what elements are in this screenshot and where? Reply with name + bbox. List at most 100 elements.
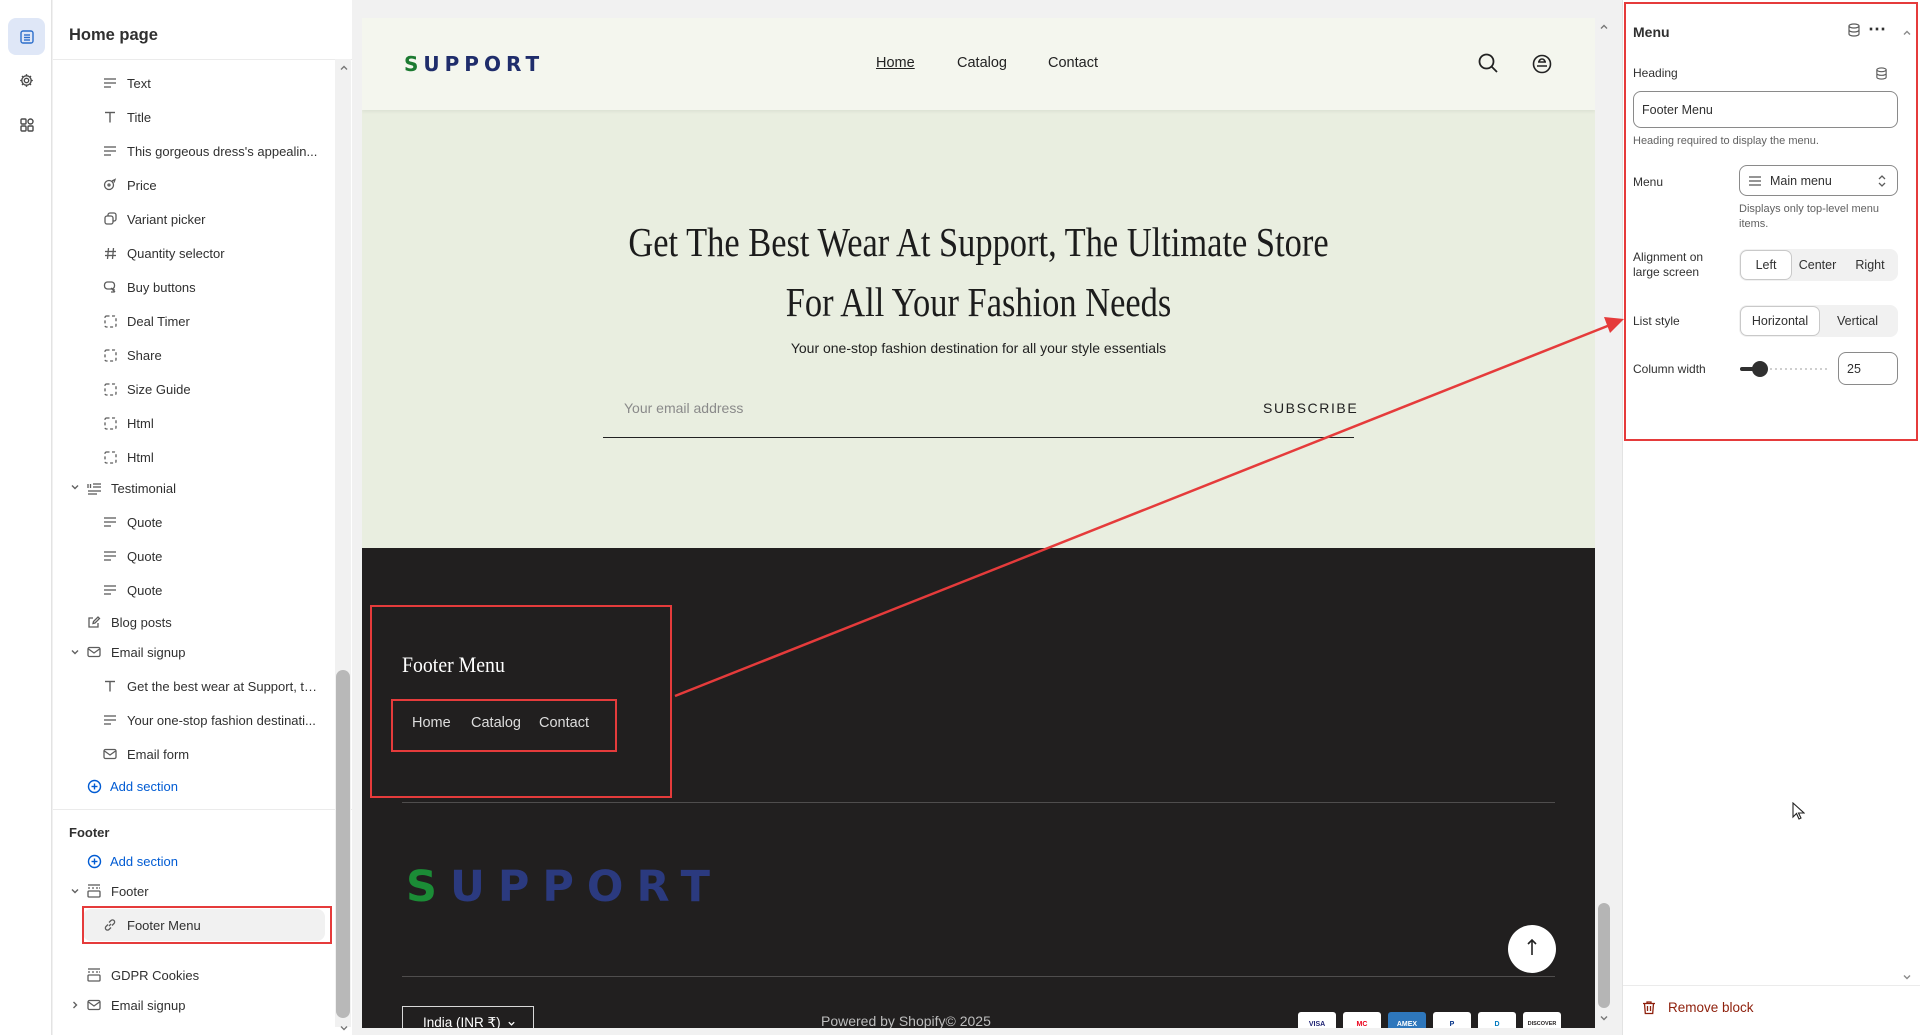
footer-link-contact[interactable]: Contact [539, 715, 589, 731]
tree-item[interactable]: Html [53, 442, 338, 472]
tree-item-label: Testimonial [111, 480, 177, 496]
tree-item-label: Email signup [111, 997, 186, 1013]
tree-item[interactable]: Email form [53, 739, 338, 769]
footer-logo[interactable]: SUPPORT [406, 862, 723, 912]
divider [53, 59, 352, 60]
footer-add-section-button[interactable]: Add section [87, 846, 178, 876]
tree-item[interactable]: Quote [53, 507, 338, 537]
footer-link-home[interactable]: Home [412, 715, 451, 731]
tree-item-label: Variant picker [127, 211, 206, 227]
tree-item-label: Html [127, 415, 154, 431]
tree-section-gdpr[interactable]: GDPR Cookies [53, 960, 338, 990]
hash-icon [102, 245, 118, 261]
scroll-to-top-button[interactable] [1508, 925, 1556, 973]
footer-link-catalog[interactable]: Catalog [471, 715, 521, 731]
search-icon[interactable] [1477, 52, 1499, 79]
tree-item[interactable]: Quote [53, 575, 338, 605]
sidebar-scrollbar-thumb[interactable] [336, 670, 350, 1018]
tree-item[interactable]: Deal Timer [53, 306, 338, 336]
tree-section-blog-posts[interactable]: Blog posts [53, 607, 338, 637]
preview-scrollbar[interactable] [1595, 18, 1613, 1028]
email-input[interactable]: Your email address [624, 400, 743, 416]
dashed-square-icon [102, 449, 118, 465]
tree-item[interactable]: Get the best wear at Support, th... [53, 671, 338, 701]
database-icon[interactable] [1875, 67, 1888, 85]
tree-item[interactable]: Variant picker [53, 204, 338, 234]
remove-block-label: Remove block [1668, 1000, 1754, 1015]
plus-circle-icon [87, 779, 102, 794]
tree-item[interactable]: Text [53, 68, 338, 98]
more-options-icon[interactable]: ⋯ [1868, 20, 1886, 38]
cart-icon[interactable] [1531, 52, 1553, 79]
nav-catalog[interactable]: Catalog [957, 55, 1007, 71]
column-width-slider-handle[interactable] [1752, 361, 1768, 377]
tree-item[interactable]: Price [53, 170, 338, 200]
scroll-down-icon[interactable] [1598, 1012, 1610, 1024]
menu-select[interactable]: Main menu [1739, 165, 1898, 196]
alignment-segmented-control: Left Center Right [1739, 249, 1898, 281]
list-horizontal-option[interactable]: Horizontal [1741, 307, 1819, 335]
tree-section-footer[interactable]: Footer [53, 876, 338, 906]
envelope-icon [86, 997, 102, 1013]
tree-section-email-signup-footer[interactable]: Email signup [53, 990, 338, 1020]
hero-heading-line1: Get The Best Wear At Support, The Ultima… [628, 219, 1329, 265]
tree-item-label: GDPR Cookies [111, 967, 200, 983]
scroll-up-icon[interactable] [1902, 25, 1912, 43]
column-width-input[interactable]: 25 [1838, 352, 1898, 385]
apps-icon[interactable] [8, 106, 45, 143]
subscribe-button[interactable]: SUBSCRIBE [1263, 400, 1358, 416]
envelope-icon [86, 644, 102, 660]
tree-item[interactable]: Your one-stop fashion destinati... [53, 705, 338, 735]
discover-icon: DISCOVER [1523, 1012, 1561, 1028]
nav-home[interactable]: Home [876, 55, 915, 71]
scroll-up-icon[interactable] [1598, 21, 1610, 33]
remove-block-button[interactable]: Remove block [1642, 1000, 1754, 1015]
store-logo[interactable]: SUPPORT [404, 52, 544, 76]
sections-sidebar: Home page Text Title This gorgeous dress… [53, 0, 352, 1035]
align-left-option[interactable]: Left [1741, 251, 1791, 279]
tree-item[interactable]: Html [53, 408, 338, 438]
tree-item-label: Quote [127, 582, 163, 598]
align-center-option[interactable]: Center [1791, 251, 1844, 279]
link-icon [102, 917, 118, 933]
tree-item[interactable]: Share [53, 340, 338, 370]
tree-item-label: Buy buttons [127, 279, 196, 295]
country-selector[interactable]: India (INR ₹) [402, 1006, 534, 1028]
database-icon[interactable] [1847, 23, 1861, 42]
footer-group-title: Footer [69, 825, 110, 840]
scroll-down-icon[interactable] [338, 1022, 350, 1034]
heading-input[interactable]: Footer Menu [1633, 91, 1898, 128]
tree-item-label: Title [127, 109, 152, 125]
tree-item[interactable]: Quantity selector [53, 238, 338, 268]
text-t-icon [102, 109, 118, 125]
tree-item[interactable]: Quote [53, 541, 338, 571]
logo-rest: UPPORT [449, 862, 723, 912]
logo-first-letter: S [406, 862, 450, 912]
page-title: Home page [69, 26, 158, 44]
tree-item[interactable]: This gorgeous dress's appealin... [53, 136, 338, 166]
email-signup-hero: Get The Best Wear At Support, The Ultima… [362, 110, 1595, 548]
text-lines-icon [102, 712, 118, 728]
tree-item[interactable]: Title [53, 102, 338, 132]
preview-scrollbar-thumb[interactable] [1598, 903, 1610, 1008]
align-right-option[interactable]: Right [1844, 251, 1896, 279]
tree-item[interactable]: Buy buttons [53, 272, 338, 302]
hero-heading-line2: For All Your Fashion Needs [785, 279, 1172, 325]
tree-item-footer-menu[interactable]: Footer Menu [53, 910, 338, 940]
sections-icon[interactable] [8, 18, 45, 55]
scroll-up-icon[interactable] [338, 62, 350, 74]
add-section-button[interactable]: Add section [87, 771, 178, 801]
plus-circle-icon [87, 854, 102, 869]
nav-contact[interactable]: Contact [1048, 55, 1098, 71]
price-tag-icon [102, 177, 118, 193]
country-label: India (INR ₹) [423, 1015, 501, 1028]
tree-item-label: Quantity selector [127, 245, 225, 261]
list-vertical-option[interactable]: Vertical [1819, 307, 1896, 335]
tree-section-testimonial[interactable]: Testimonial [53, 473, 338, 503]
panel-footer-divider [1623, 985, 1920, 986]
chevron-down-icon [507, 1019, 516, 1028]
tree-section-email-signup[interactable]: Email signup [53, 637, 338, 667]
tree-item[interactable]: Size Guide [53, 374, 338, 404]
dashed-square-icon [102, 347, 118, 363]
settings-gear-icon[interactable] [8, 62, 45, 99]
